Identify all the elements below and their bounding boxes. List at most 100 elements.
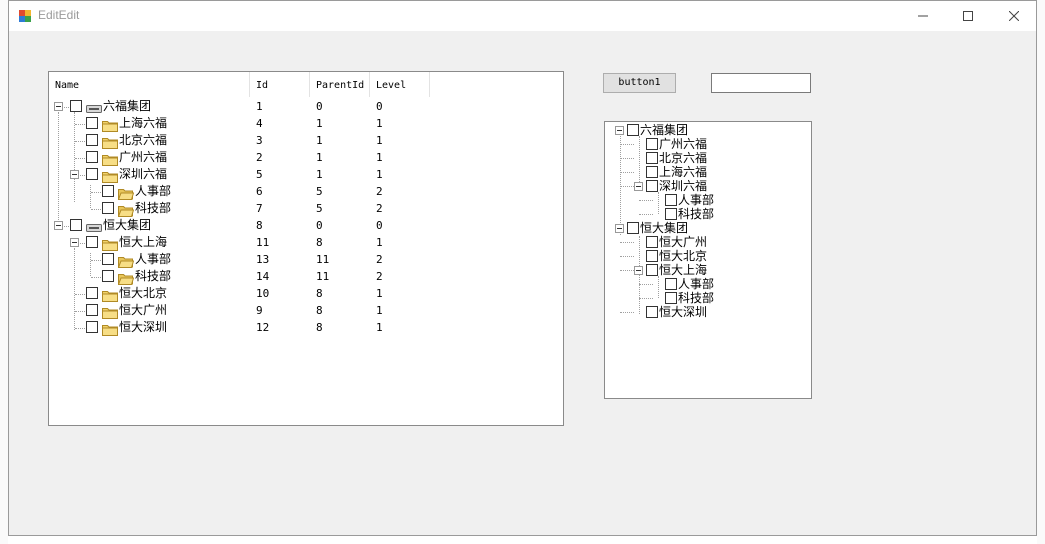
- table-row[interactable]: 恒大集团 8 0 0: [49, 217, 563, 234]
- row-checkbox[interactable]: [86, 321, 98, 333]
- tree-line: [620, 186, 634, 187]
- table-row[interactable]: 北京六福 3 1 1: [49, 132, 563, 149]
- collapse-icon[interactable]: [70, 238, 79, 247]
- group-icon: [86, 100, 102, 113]
- node-checkbox[interactable]: [646, 250, 658, 262]
- tree-node[interactable]: 北京六福: [605, 151, 805, 165]
- node-checkbox[interactable]: [646, 180, 658, 192]
- collapse-icon[interactable]: [634, 182, 643, 191]
- row-checkbox[interactable]: [102, 185, 114, 197]
- row-checkbox[interactable]: [86, 168, 98, 180]
- node-checkbox[interactable]: [627, 222, 639, 234]
- tree-node[interactable]: 深圳六福: [605, 179, 805, 193]
- node-checkbox[interactable]: [665, 194, 677, 206]
- treelist[interactable]: Name Id ParentId Level 六福集团 1 0 0 上海六福 4 1 1 北京六…: [48, 71, 564, 426]
- tree-node[interactable]: 恒大上海: [605, 263, 805, 277]
- row-level: 2: [376, 253, 383, 266]
- node-checkbox[interactable]: [665, 208, 677, 220]
- tree-node[interactable]: 科技部: [605, 291, 805, 305]
- row-level: 2: [376, 270, 383, 283]
- tree-node[interactable]: 人事部: [605, 277, 805, 291]
- collapse-icon[interactable]: [615, 224, 624, 233]
- collapse-icon[interactable]: [634, 266, 643, 275]
- folder-icon: [102, 134, 118, 149]
- table-row[interactable]: 广州六福 2 1 1: [49, 149, 563, 166]
- folder-icon: [102, 117, 118, 132]
- row-checkbox[interactable]: [102, 270, 114, 282]
- table-row[interactable]: 深圳六福 5 1 1: [49, 166, 563, 183]
- row-checkbox[interactable]: [70, 219, 82, 231]
- node-checkbox[interactable]: [646, 236, 658, 248]
- column-header-level[interactable]: Level: [370, 72, 430, 97]
- minimize-button[interactable]: [900, 1, 946, 31]
- collapse-icon[interactable]: [615, 126, 624, 135]
- row-id: 13: [256, 253, 270, 266]
- tree-node[interactable]: 六福集团: [605, 123, 805, 137]
- table-row[interactable]: 恒大北京 10 8 1: [49, 285, 563, 302]
- column-header-parentid[interactable]: ParentId: [310, 72, 370, 97]
- table-row[interactable]: 恒大上海 11 8 1: [49, 234, 563, 251]
- node-checkbox[interactable]: [646, 152, 658, 164]
- window-title: EditEdit: [38, 8, 80, 22]
- button1[interactable]: button1: [603, 73, 676, 93]
- row-name: 恒大上海: [119, 235, 168, 249]
- tree-line: [620, 158, 634, 159]
- column-header-name[interactable]: Name: [49, 72, 250, 97]
- row-level: 1: [376, 287, 383, 300]
- text-input[interactable]: [711, 73, 811, 93]
- maximize-button[interactable]: [945, 1, 991, 31]
- node-checkbox[interactable]: [665, 292, 677, 304]
- row-name: 恒大深圳: [119, 320, 168, 334]
- node-checkbox[interactable]: [646, 138, 658, 150]
- node-checkbox[interactable]: [665, 278, 677, 290]
- row-checkbox[interactable]: [102, 253, 114, 265]
- table-row[interactable]: 人事部 13 11 2: [49, 251, 563, 268]
- node-checkbox[interactable]: [646, 306, 658, 318]
- table-row[interactable]: 科技部 14 11 2: [49, 268, 563, 285]
- row-checkbox[interactable]: [70, 100, 82, 112]
- row-checkbox[interactable]: [86, 304, 98, 316]
- treeview[interactable]: 六福集团 广州六福 北京六福 上海六福 深圳六福 人事部 科技部 恒大集团 恒大广州 恒大北京 恒大…: [604, 121, 812, 399]
- collapse-icon[interactable]: [54, 221, 63, 230]
- tree-node[interactable]: 恒大集团: [605, 221, 805, 235]
- tree-node[interactable]: 广州六福: [605, 137, 805, 151]
- row-checkbox[interactable]: [86, 287, 98, 299]
- column-header-id[interactable]: Id: [250, 72, 310, 97]
- row-parent: 5: [316, 202, 323, 215]
- row-name: 深圳六福: [119, 167, 168, 181]
- folder-icon: [102, 151, 118, 166]
- tree-node[interactable]: 恒大广州: [605, 235, 805, 249]
- row-checkbox[interactable]: [86, 134, 98, 146]
- collapse-icon[interactable]: [54, 102, 63, 111]
- row-level: 1: [376, 134, 383, 147]
- row-checkbox[interactable]: [86, 236, 98, 248]
- node-checkbox[interactable]: [627, 124, 639, 136]
- row-checkbox[interactable]: [86, 151, 98, 163]
- title-bar[interactable]: EditEdit: [9, 1, 1036, 31]
- row-checkbox[interactable]: [102, 202, 114, 214]
- row-id: 7: [256, 202, 263, 215]
- table-row[interactable]: 恒大深圳 12 8 1: [49, 319, 563, 336]
- table-row[interactable]: 六福集团 1 0 0: [49, 98, 563, 115]
- tree-node[interactable]: 恒大深圳: [605, 305, 805, 319]
- row-level: 0: [376, 219, 383, 232]
- close-button[interactable]: [991, 1, 1037, 31]
- table-row[interactable]: 上海六福 4 1 1: [49, 115, 563, 132]
- tree-node[interactable]: 上海六福: [605, 165, 805, 179]
- row-name: 上海六福: [119, 116, 168, 130]
- tree-line: [620, 144, 634, 145]
- table-row[interactable]: 人事部 6 5 2: [49, 183, 563, 200]
- table-row[interactable]: 恒大广州 9 8 1: [49, 302, 563, 319]
- row-id: 5: [256, 168, 263, 181]
- tree-node[interactable]: 人事部: [605, 193, 805, 207]
- row-id: 14: [256, 270, 270, 283]
- row-name: 人事部: [135, 252, 172, 266]
- row-checkbox[interactable]: [86, 117, 98, 129]
- collapse-icon[interactable]: [70, 170, 79, 179]
- tree-node[interactable]: 科技部: [605, 207, 805, 221]
- tree-node[interactable]: 恒大北京: [605, 249, 805, 263]
- node-checkbox[interactable]: [646, 264, 658, 276]
- tree-line: [639, 214, 653, 215]
- table-row[interactable]: 科技部 7 5 2: [49, 200, 563, 217]
- node-checkbox[interactable]: [646, 166, 658, 178]
